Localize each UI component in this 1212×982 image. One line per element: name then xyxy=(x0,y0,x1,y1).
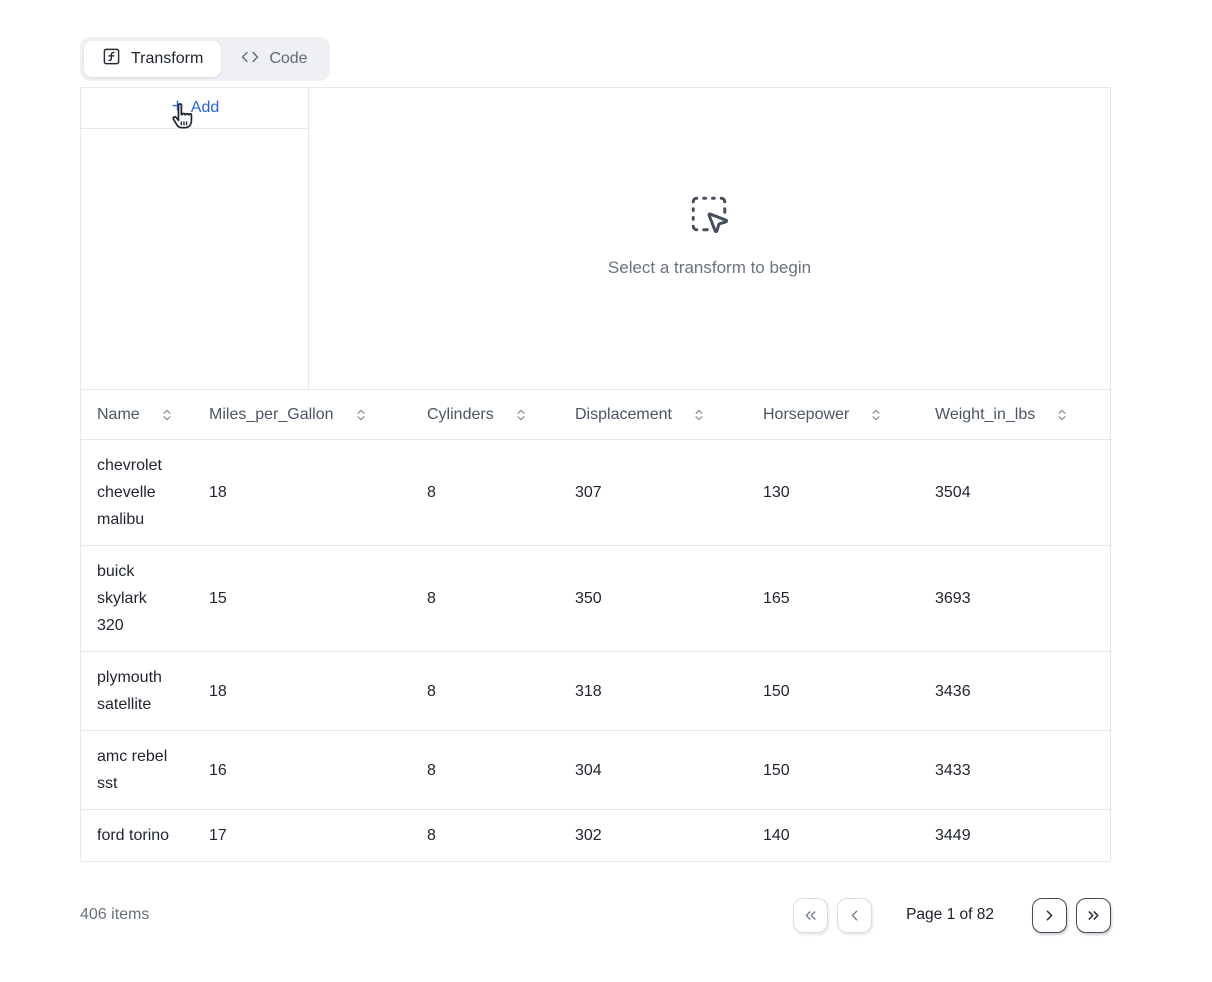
plus-icon xyxy=(170,98,185,118)
sort-icon[interactable] xyxy=(692,408,706,422)
chevron-left-icon xyxy=(846,907,863,924)
cell-displacement: 350 xyxy=(559,546,747,652)
tab-transform[interactable]: Transform xyxy=(84,41,221,77)
prev-page-button[interactable] xyxy=(837,898,872,933)
sort-icon[interactable] xyxy=(354,408,368,422)
cell-name: plymouth satellite xyxy=(81,652,193,731)
cell-miles-per-gallon: 18 xyxy=(193,652,411,731)
column-label: Weight_in_lbs xyxy=(935,406,1035,424)
transform-list-header: Add xyxy=(81,88,308,129)
column-header-displacement[interactable]: Displacement xyxy=(559,390,747,440)
cell-weight-in-lbs: 3504 xyxy=(919,440,1112,546)
cell-cylinders: 8 xyxy=(411,810,559,862)
add-transform-label: Add xyxy=(191,99,219,117)
next-page-button[interactable] xyxy=(1032,898,1067,933)
empty-state-message: Select a transform to begin xyxy=(608,258,811,278)
chevrons-left-icon xyxy=(802,907,819,924)
first-page-button[interactable] xyxy=(793,898,828,933)
data-preview-table: Name Miles_per_Gallon Cylinders Displace… xyxy=(81,389,1112,861)
column-label: Displacement xyxy=(575,406,672,424)
cell-cylinders: 8 xyxy=(411,652,559,731)
cell-horsepower: 150 xyxy=(747,652,919,731)
cell-cylinders: 8 xyxy=(411,546,559,652)
add-transform-button[interactable]: Add xyxy=(170,98,219,118)
column-header-weight-in-lbs[interactable]: Weight_in_lbs xyxy=(919,390,1112,440)
column-header-miles-per-gallon[interactable]: Miles_per_Gallon xyxy=(193,390,411,440)
table-header-row: Name Miles_per_Gallon Cylinders Displace… xyxy=(81,390,1112,440)
cell-miles-per-gallon: 17 xyxy=(193,810,411,862)
cell-cylinders: 8 xyxy=(411,440,559,546)
pagination: Page 1 of 82 xyxy=(793,898,1111,933)
table-row: plymouth satellite 18 8 318 150 3436 xyxy=(81,652,1112,731)
column-label: Cylinders xyxy=(427,406,494,424)
table-row: buick skylark 320 15 8 350 165 3693 xyxy=(81,546,1112,652)
column-header-name[interactable]: Name xyxy=(81,390,193,440)
transform-builder-section: Add Select a tr xyxy=(81,88,1110,389)
column-label: Miles_per_Gallon xyxy=(209,406,334,424)
empty-state: Select a transform to begin xyxy=(608,193,811,278)
column-header-horsepower[interactable]: Horsepower xyxy=(747,390,919,440)
cell-name: chevrolet chevelle malibu xyxy=(81,440,193,546)
square-function-icon xyxy=(102,47,121,71)
cell-displacement: 302 xyxy=(559,810,747,862)
chevrons-right-icon xyxy=(1085,907,1102,924)
sort-icon[interactable] xyxy=(1055,408,1069,422)
column-label: Horsepower xyxy=(763,406,849,424)
cell-name: buick skylark 320 xyxy=(81,546,193,652)
cell-name: amc rebel sst xyxy=(81,731,193,810)
cell-weight-in-lbs: 3433 xyxy=(919,731,1112,810)
chevron-right-icon xyxy=(1041,907,1058,924)
cell-miles-per-gallon: 15 xyxy=(193,546,411,652)
cell-horsepower: 150 xyxy=(747,731,919,810)
cell-weight-in-lbs: 3436 xyxy=(919,652,1112,731)
sort-icon[interactable] xyxy=(160,408,174,422)
code-icon xyxy=(241,48,259,71)
cell-horsepower: 140 xyxy=(747,810,919,862)
cell-displacement: 318 xyxy=(559,652,747,731)
cell-displacement: 307 xyxy=(559,440,747,546)
workspace-panel: Add Select a tr xyxy=(80,87,1111,862)
tab-transform-label: Transform xyxy=(131,50,203,68)
transform-workspace-page: Transform Code xyxy=(0,0,1212,982)
transform-list-panel: Add xyxy=(81,88,309,389)
cell-horsepower: 165 xyxy=(747,546,919,652)
square-dashed-mouse-pointer-icon xyxy=(688,193,730,240)
cell-weight-in-lbs: 3693 xyxy=(919,546,1112,652)
view-tabs: Transform Code xyxy=(80,37,330,81)
cell-name: ford torino xyxy=(81,810,193,862)
cell-miles-per-gallon: 18 xyxy=(193,440,411,546)
sort-icon[interactable] xyxy=(869,408,883,422)
cell-cylinders: 8 xyxy=(411,731,559,810)
cell-weight-in-lbs: 3449 xyxy=(919,810,1112,862)
transform-preview-area: Select a transform to begin xyxy=(309,88,1110,389)
items-count: 406 items xyxy=(80,906,149,924)
last-page-button[interactable] xyxy=(1076,898,1111,933)
table-footer: 406 items Page 1 of 82 xyxy=(80,890,1111,940)
cell-horsepower: 130 xyxy=(747,440,919,546)
table-row: chevrolet chevelle malibu 18 8 307 130 3… xyxy=(81,440,1112,546)
tab-code-label: Code xyxy=(269,50,307,68)
table-row: ford torino 17 8 302 140 3449 xyxy=(81,810,1112,862)
column-label: Name xyxy=(97,406,140,424)
sort-icon[interactable] xyxy=(514,408,528,422)
table-row: amc rebel sst 16 8 304 150 3433 xyxy=(81,731,1112,810)
column-header-cylinders[interactable]: Cylinders xyxy=(411,390,559,440)
page-status: Page 1 of 82 xyxy=(906,906,994,924)
cell-miles-per-gallon: 16 xyxy=(193,731,411,810)
tab-code[interactable]: Code xyxy=(223,41,325,77)
cell-displacement: 304 xyxy=(559,731,747,810)
